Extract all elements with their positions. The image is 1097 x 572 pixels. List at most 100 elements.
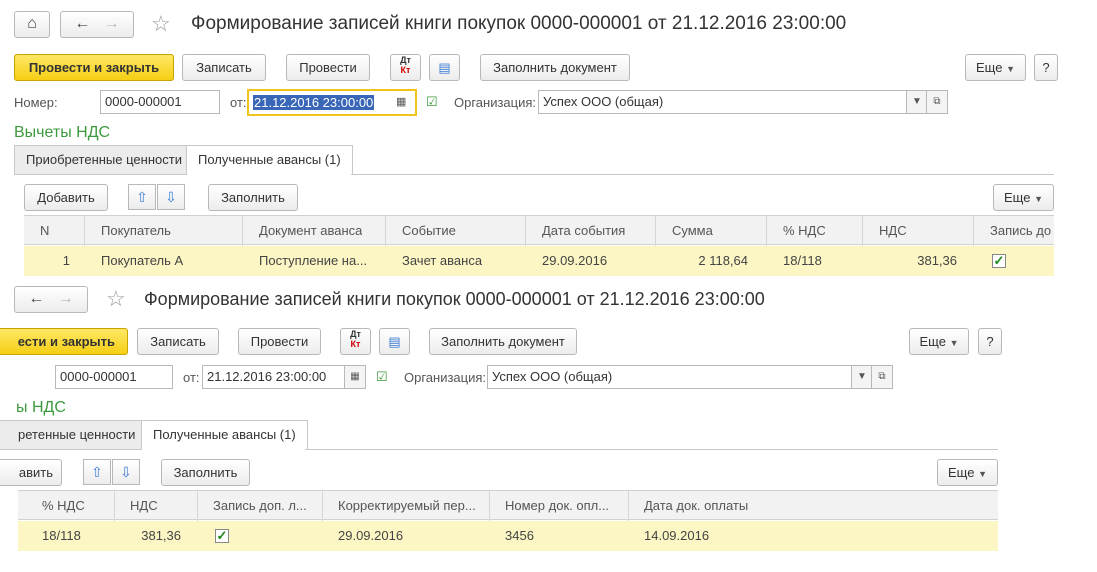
- column-separator: [766, 216, 767, 246]
- favorite-star-icon[interactable]: ☆: [151, 13, 171, 35]
- dt-kt-report-icon[interactable]: Дт Кт: [390, 54, 421, 81]
- column-header-record[interactable]: Запись до: [990, 216, 1051, 246]
- fill-document-button[interactable]: Заполнить документ: [429, 328, 577, 355]
- cell-n[interactable]: 1: [24, 246, 70, 276]
- cell-corrected-period[interactable]: 29.09.2016: [338, 521, 403, 551]
- cell-vat[interactable]: 381,36: [115, 521, 181, 551]
- column-separator: [628, 491, 629, 521]
- move-up-icon[interactable]: ⇧: [128, 184, 156, 210]
- save-button[interactable]: Записать: [137, 328, 219, 355]
- organization-open-icon[interactable]: ⧉: [871, 365, 893, 389]
- column-separator: [862, 216, 863, 246]
- forward-arrow-icon[interactable]: →: [58, 290, 74, 307]
- move-up-icon[interactable]: ⇧: [83, 459, 111, 485]
- add-row-button[interactable]: авить: [0, 459, 62, 486]
- post-and-close-button[interactable]: Провести и закрыть: [14, 54, 174, 81]
- home-button[interactable]: ⌂: [14, 11, 50, 38]
- forward-arrow-icon[interactable]: →: [104, 15, 120, 32]
- table-more-button[interactable]: Еще ▼: [993, 184, 1054, 211]
- column-header-payment-doc-number[interactable]: Номер док. опл...: [505, 491, 609, 521]
- post-button[interactable]: Провести: [238, 328, 321, 355]
- dt-kt-report-icon[interactable]: Дт Кт: [340, 328, 371, 355]
- organization-field[interactable]: Успех ООО (общая): [487, 365, 853, 389]
- column-header-payment-doc-date[interactable]: Дата док. оплаты: [644, 491, 748, 521]
- organization-dropdown-icon[interactable]: ▼: [906, 90, 928, 114]
- help-button[interactable]: ?: [1034, 54, 1058, 81]
- back-arrow-icon[interactable]: ←: [28, 290, 44, 307]
- column-header-vat-rate[interactable]: % НДС: [42, 491, 85, 521]
- column-separator: [385, 216, 386, 246]
- date-field[interactable]: 21.12.2016 23:00:00: [247, 89, 417, 116]
- favorite-star-icon[interactable]: ☆: [106, 288, 126, 310]
- form-window-bottom: ← → ☆ Формирование записей книги покупок…: [0, 278, 1060, 572]
- fill-table-button[interactable]: Заполнить: [208, 184, 298, 211]
- fill-table-button[interactable]: Заполнить: [161, 459, 250, 486]
- kt-label: Кт: [350, 339, 361, 349]
- column-header-record-additional[interactable]: Запись доп. л...: [213, 491, 321, 521]
- number-field[interactable]: 0000-000001: [55, 365, 173, 389]
- table-row[interactable]: 1 Покупатель А Поступление на... Зачет а…: [24, 246, 1054, 276]
- fill-document-button[interactable]: Заполнить документ: [480, 54, 630, 81]
- table-more-label: Еще: [948, 465, 975, 480]
- nav-back-forward[interactable]: ← →: [14, 286, 88, 313]
- column-header-vat-rate[interactable]: % НДС: [783, 216, 826, 246]
- cell-vat[interactable]: 381,36: [863, 246, 957, 276]
- tab-divider: [305, 449, 998, 450]
- move-down-icon[interactable]: ⇩: [157, 184, 185, 210]
- add-row-button[interactable]: Добавить: [24, 184, 108, 211]
- cell-buyer[interactable]: Покупатель А: [101, 246, 183, 276]
- tab-acquired-values[interactable]: Приобретенные ценности: [14, 145, 194, 174]
- nav-back-forward[interactable]: ← →: [60, 11, 134, 38]
- post-button[interactable]: Провести: [286, 54, 370, 81]
- column-header-vat[interactable]: НДС: [130, 491, 158, 521]
- column-separator: [655, 216, 656, 246]
- home-icon: ⌂: [27, 15, 37, 32]
- column-header-event[interactable]: Событие: [402, 216, 456, 246]
- calendar-icon[interactable]: ▦: [396, 95, 406, 108]
- column-header-advance-doc[interactable]: Документ аванса: [259, 216, 362, 246]
- cell-advance-doc[interactable]: Поступление на...: [259, 246, 383, 276]
- cell-vat-rate[interactable]: 18/118: [42, 521, 81, 551]
- tab-acquired-values[interactable]: ретенные ценности: [0, 420, 148, 449]
- table-header: N Покупатель Документ аванса Событие Дат…: [24, 215, 1054, 246]
- column-header-buyer[interactable]: Покупатель: [101, 216, 171, 246]
- column-header-event-date[interactable]: Дата события: [542, 216, 625, 246]
- move-down-icon[interactable]: ⇩: [112, 459, 140, 485]
- tab-received-advances[interactable]: Полученные авансы (1): [186, 145, 353, 175]
- section-title: ы НДС: [16, 399, 66, 416]
- cell-event-date[interactable]: 29.09.2016: [542, 246, 607, 276]
- column-header-vat[interactable]: НДС: [879, 216, 907, 246]
- cell-payment-doc-number[interactable]: 3456: [505, 521, 534, 551]
- record-checkbox[interactable]: ✓: [992, 254, 1006, 268]
- cell-event[interactable]: Зачет аванса: [402, 246, 482, 276]
- back-arrow-icon[interactable]: ←: [74, 15, 90, 32]
- table-row[interactable]: 18/118 381,36 ✓ 29.09.2016 3456 14.09.20…: [18, 521, 998, 551]
- cell-payment-doc-date[interactable]: 14.09.2016: [644, 521, 709, 551]
- dt-label: Дт: [400, 55, 411, 65]
- organization-dropdown-icon[interactable]: ▼: [851, 365, 873, 389]
- calendar-icon[interactable]: ▦: [344, 365, 366, 389]
- cell-vat-rate[interactable]: 18/118: [783, 246, 822, 276]
- print-document-icon[interactable]: ▤: [379, 328, 410, 355]
- more-button[interactable]: Еще ▼: [909, 328, 969, 355]
- column-header-corrected-period[interactable]: Корректируемый пер...: [338, 491, 476, 521]
- number-field[interactable]: 0000-000001: [100, 90, 220, 114]
- tab-divider: [351, 174, 1054, 175]
- tab-divider: [14, 174, 186, 175]
- cell-amount[interactable]: 2 118,64: [656, 246, 748, 276]
- tab-received-advances[interactable]: Полученные авансы (1): [141, 420, 308, 450]
- date-field[interactable]: 21.12.2016 23:00:00: [202, 365, 346, 389]
- column-separator: [489, 491, 490, 521]
- print-document-icon[interactable]: ▤: [429, 54, 460, 81]
- column-header-amount[interactable]: Сумма: [672, 216, 713, 246]
- table-header: % НДС НДС Запись доп. л... Корректируемы…: [18, 490, 998, 521]
- organization-field[interactable]: Успех ООО (общая): [538, 90, 908, 114]
- record-additional-checkbox[interactable]: ✓: [215, 529, 229, 543]
- organization-open-icon[interactable]: ⧉: [926, 90, 948, 114]
- more-button[interactable]: Еще ▼: [965, 54, 1026, 81]
- post-and-close-button[interactable]: ести и закрыть: [0, 328, 128, 355]
- table-more-button[interactable]: Еще ▼: [937, 459, 998, 486]
- save-button[interactable]: Записать: [182, 54, 266, 81]
- help-button[interactable]: ?: [978, 328, 1002, 355]
- column-header-n[interactable]: N: [40, 216, 49, 246]
